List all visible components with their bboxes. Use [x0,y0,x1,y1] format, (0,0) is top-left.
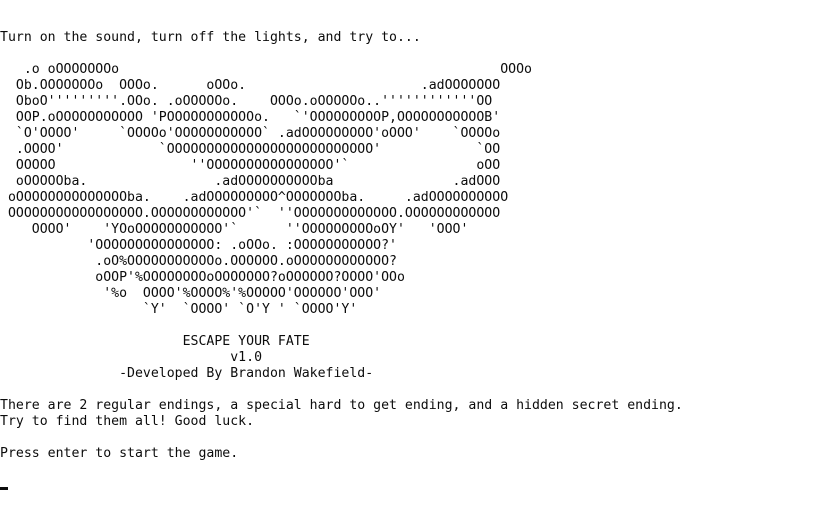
start-prompt: Press enter to start the game. [0,446,239,461]
input-line[interactable] [0,478,836,494]
ascii-art-line: OboO'''''''''.OOo. .oOOOOOo. OOOo.oOOOOO… [0,94,493,109]
endings-text: There are 2 regular endings, a special h… [0,398,683,413]
ascii-art-line: oOOP'%OOOOOOOOoOOOOOOO?oOOOOOO?OOOO'OOo [0,270,405,285]
ascii-art-line: oOOOOOOOOOOOOOOba. .adOOOOOOOOO^OOOOOOOb… [0,190,509,205]
ascii-art-line: '%o OOOO'%OOOO%'%OOOOO'OOOOOO'OOO' [0,286,382,301]
ascii-art-line: `O'OOOO' `OOOOo'OOOOOOOOOOO` .adOOOOOOOO… [0,126,501,141]
game-title: ESCAPE YOUR FATE [0,334,310,349]
intro-text: Turn on the sound, turn off the lights, … [0,30,421,45]
ascii-art-line: OOOOO ''OOOOOOOOOOOOOOOO'` oOO [0,158,501,173]
good-luck-text: Try to find them all! Good luck. [0,414,255,429]
ascii-art-line: .o oOOOOOOOo OOOo [0,62,532,77]
ascii-art-line: oOOOOOba. .adOOOOOOOOOOba .adOOO [0,174,501,189]
console-window[interactable]: Turn on the sound, turn off the lights, … [0,0,836,518]
ascii-art-line: .OOOO' `OOOOOOOOOOOOOOOOOOOOOOOOOO' `OO [0,142,501,157]
ascii-art-line: Ob.OOOOOOOo OOOo. oOOo. .adOOOOOOO [0,78,501,93]
ascii-art-line: OOOO' 'YOoOOOOOOOOOOO'` ''OOOOOOOOOoOY' … [0,222,469,237]
game-version: v1.0 [0,350,263,365]
text-cursor [0,487,8,490]
developer-credit: -Developed By Brandon Wakefield- [0,366,374,381]
ascii-art-line: `Y' `OOOO' `O'Y ' `OOOO'Y' [0,302,358,317]
ascii-art-line: OOP.oOOOOOOOOOOO 'POOOOOOOOOOOo. `'OOOOO… [0,110,501,125]
ascii-art-line: .oO%OOOOOOOOOOOo.OOOOOO.oOOOOOOOOOOOO? [0,254,397,269]
ascii-art-line: 'OOOOOOOOOOOOOOO: .oOOo. :OOOOOOOOOOO?' [0,238,397,253]
ascii-art-line: OOOOOOOOOOOOOOOOO.OOOOOOOOOOOO'` ''OOOOO… [0,206,501,221]
